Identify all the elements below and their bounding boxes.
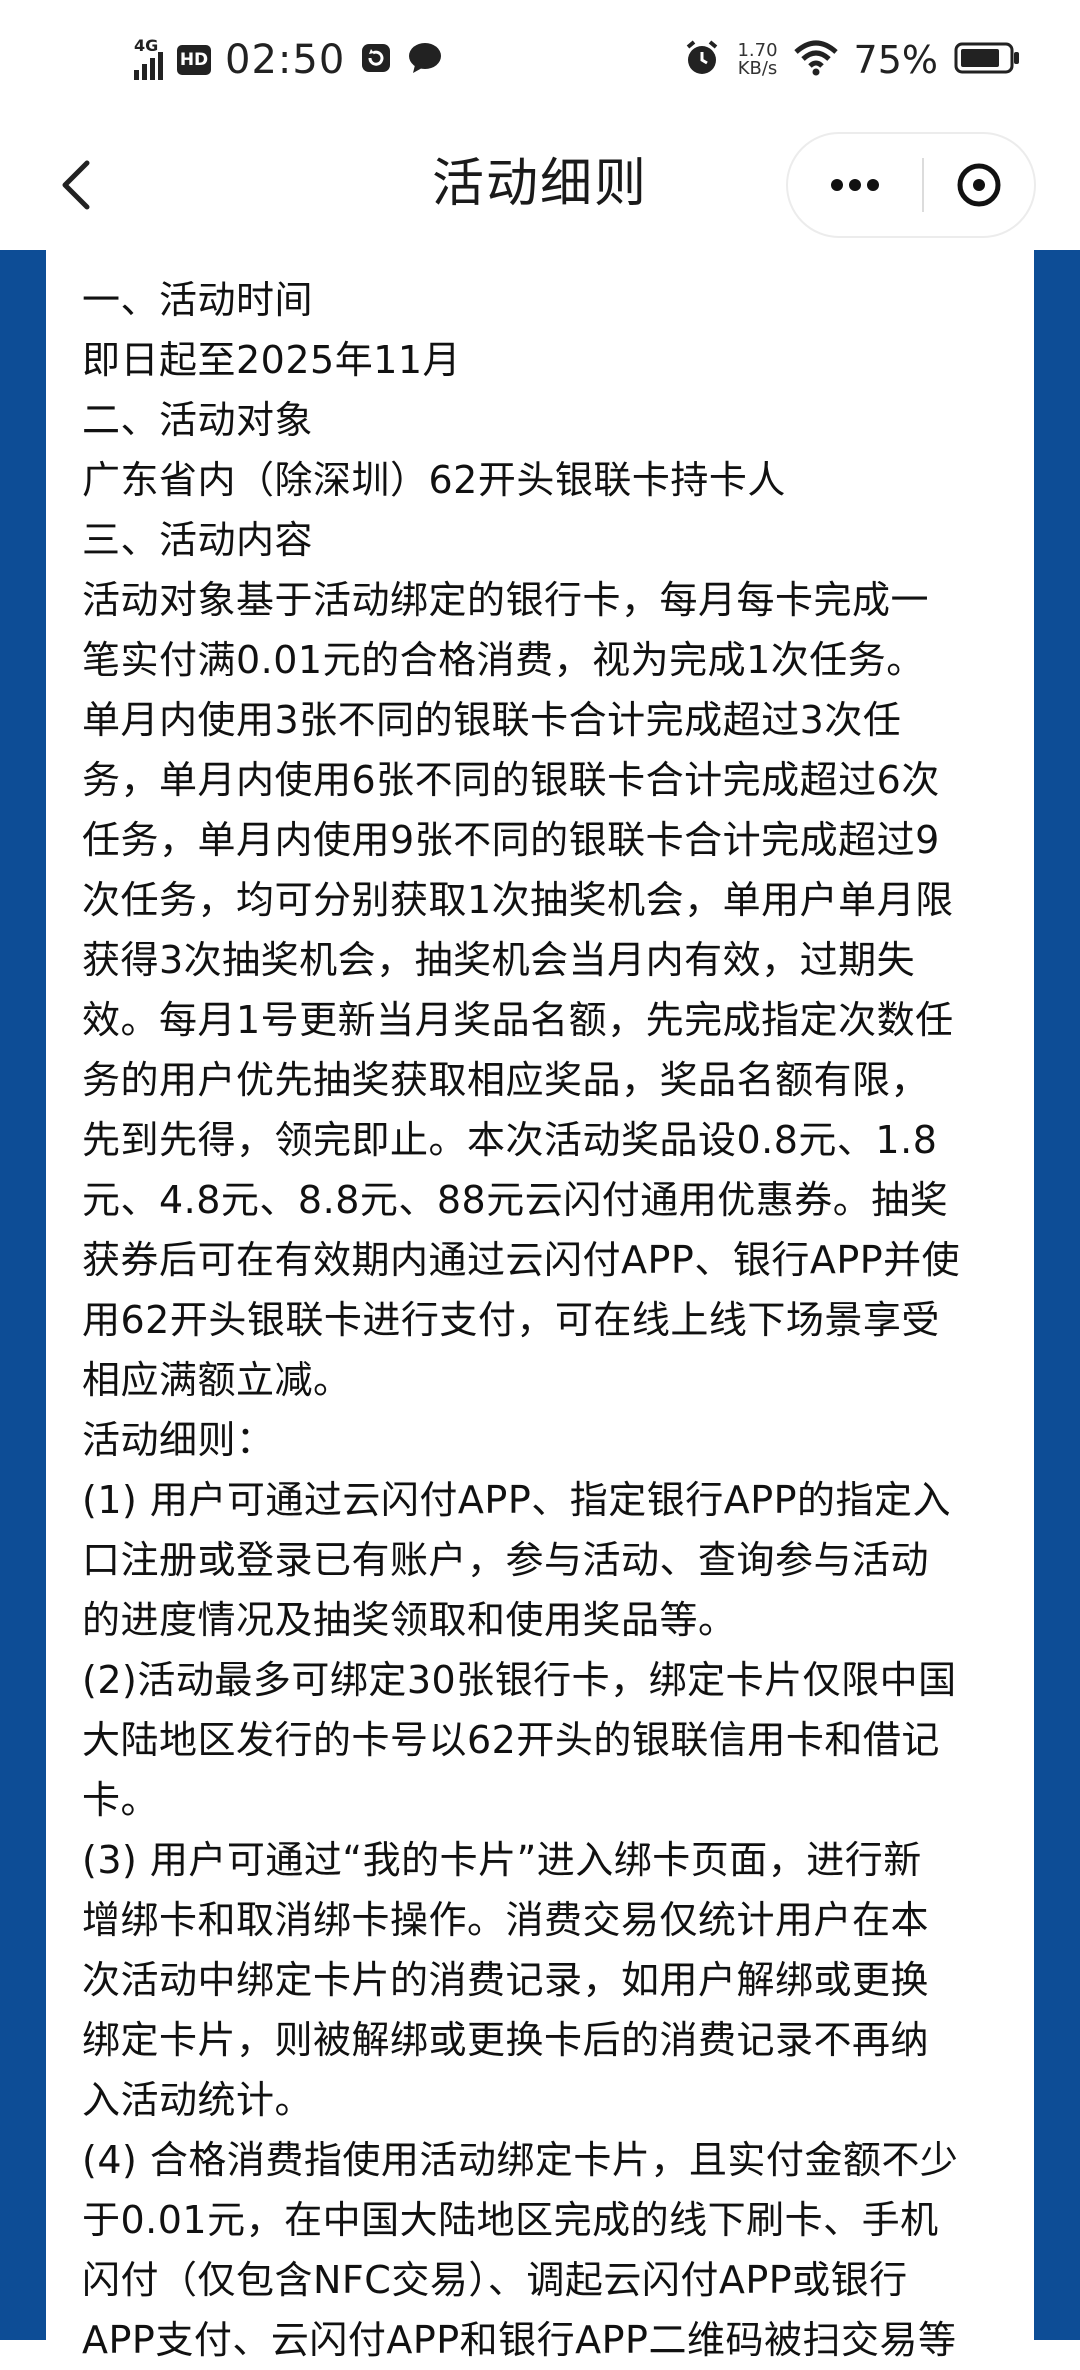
message-icon bbox=[407, 41, 443, 79]
rules-line: (4) 合格消费指使用活动绑定卡片，且实付金额不少 bbox=[82, 2138, 959, 2182]
rules-card: 一、活动时间 即日起至2025年11月 二、活动对象 广东省内（除深圳）62开头… bbox=[46, 250, 1034, 2362]
rules-line: 绑定卡片，则被解绑或更换卡后的消费记录不再纳 bbox=[82, 2018, 930, 2062]
rules-line: 务，单月内使用6张不同的银联卡合计完成超过6次 bbox=[82, 758, 940, 802]
rules-line: 获券后可在有效期内通过云闪付APP、银行APP并使 bbox=[82, 1238, 961, 1282]
rules-line: (2)活动最多可绑定30张银行卡，绑定卡片仅限中国 bbox=[82, 1658, 957, 1702]
status-bar-right: 1.70 KB/s 75% bbox=[683, 32, 1020, 88]
rules-line: 一、活动时间 bbox=[82, 278, 314, 322]
net-speed: 1.70 KB/s bbox=[737, 42, 777, 78]
rules-line: 大陆地区发行的卡号以62开头的银联信用卡和借记 bbox=[82, 1718, 940, 1762]
rules-line: 广东省内（除深圳）62开头银联卡持卡人 bbox=[82, 458, 786, 502]
net-speed-unit: KB/s bbox=[737, 58, 778, 79]
rules-line: 获得3次抽奖机会，抽奖机会当月内有效，过期失 bbox=[82, 938, 916, 982]
rules-line: 卡。 bbox=[82, 1778, 160, 1822]
more-dots-icon bbox=[831, 179, 879, 191]
rules-line: 用62开头银联卡进行支付，可在线上线下场景享受 bbox=[82, 1298, 940, 1342]
rules-line: 三、活动内容 bbox=[82, 518, 314, 562]
rules-line: 次任务，均可分别获取1次抽奖机会，单用户单月限 bbox=[82, 878, 954, 922]
network-type-label: 4G bbox=[134, 36, 159, 55]
rules-line: 相应满额立减。 bbox=[82, 1358, 352, 1402]
rules-line: 笔实付满0.01元的合格消费，视为完成1次任务。 bbox=[82, 638, 925, 682]
nav-bar: 活动细则 bbox=[0, 120, 1080, 250]
close-circle-icon bbox=[957, 163, 1001, 207]
battery-icon bbox=[954, 41, 1020, 79]
rules-line: 二、活动对象 bbox=[82, 398, 314, 442]
sync-icon bbox=[359, 41, 393, 79]
signal-icon: 4G bbox=[134, 36, 163, 80]
rules-line: 先到先得，领完即止。本次活动奖品设0.8元、1.8 bbox=[82, 1118, 938, 1162]
more-button[interactable] bbox=[788, 134, 922, 236]
rules-line: APP支付、云闪付APP和银行APP二维码被扫交易等 bbox=[82, 2318, 957, 2362]
rules-line: 元、4.8元、8.8元、88元云闪付通用优惠券。抽奖 bbox=[82, 1178, 949, 1222]
status-bar: 4G HD 02:50 1.70 KB/s 75% bbox=[0, 0, 1080, 120]
clock-time: 02:50 bbox=[225, 37, 346, 83]
status-bar-left: 4G HD 02:50 bbox=[134, 32, 443, 88]
hd-icon: HD bbox=[177, 45, 211, 75]
rules-line: 活动细则： bbox=[82, 1418, 275, 1462]
battery-percent: 75% bbox=[853, 38, 938, 82]
close-button[interactable] bbox=[924, 134, 1034, 236]
rules-line: 于0.01元，在中国大陆地区完成的线下刷卡、手机 bbox=[82, 2198, 939, 2242]
rules-line: 闪付（仅包含NFC交易）、调起云闪付APP或银行 bbox=[82, 2258, 908, 2302]
rules-line: (1) 用户可通过云闪付APP、指定银行APP的指定入 bbox=[82, 1478, 952, 1522]
wifi-icon bbox=[793, 40, 838, 80]
mini-program-capsule bbox=[786, 132, 1036, 238]
rules-line: (3) 用户可通过“我的卡片”进入绑卡页面，进行新 bbox=[82, 1838, 922, 1882]
rules-line: 口注册或登录已有账户，参与活动、查询参与活动 bbox=[82, 1538, 930, 1582]
rules-line: 务的用户优先抽奖获取相应奖品，奖品名额有限， bbox=[82, 1058, 930, 1102]
rules-line: 次活动中绑定卡片的消费记录，如用户解绑或更换 bbox=[82, 1958, 930, 2002]
rules-line: 的进度情况及抽奖领取和使用奖品等。 bbox=[82, 1598, 737, 1642]
rules-line: 即日起至2025年11月 bbox=[82, 338, 462, 382]
rules-line: 单月内使用3张不同的银联卡合计完成超过3次任 bbox=[82, 698, 902, 742]
rules-line: 增绑卡和取消绑卡操作。消费交易仅统计用户在本 bbox=[82, 1898, 930, 1942]
alarm-icon bbox=[683, 39, 721, 81]
rules-line: 活动对象基于活动绑定的银行卡，每月每卡完成一 bbox=[82, 578, 930, 622]
rules-line: 效。每月1号更新当月奖品名额，先完成指定次数任 bbox=[82, 998, 954, 1042]
rules-line: 任务，单月内使用9张不同的银联卡合计完成超过9 bbox=[82, 818, 940, 862]
rules-line: 入活动统计。 bbox=[82, 2078, 314, 2122]
